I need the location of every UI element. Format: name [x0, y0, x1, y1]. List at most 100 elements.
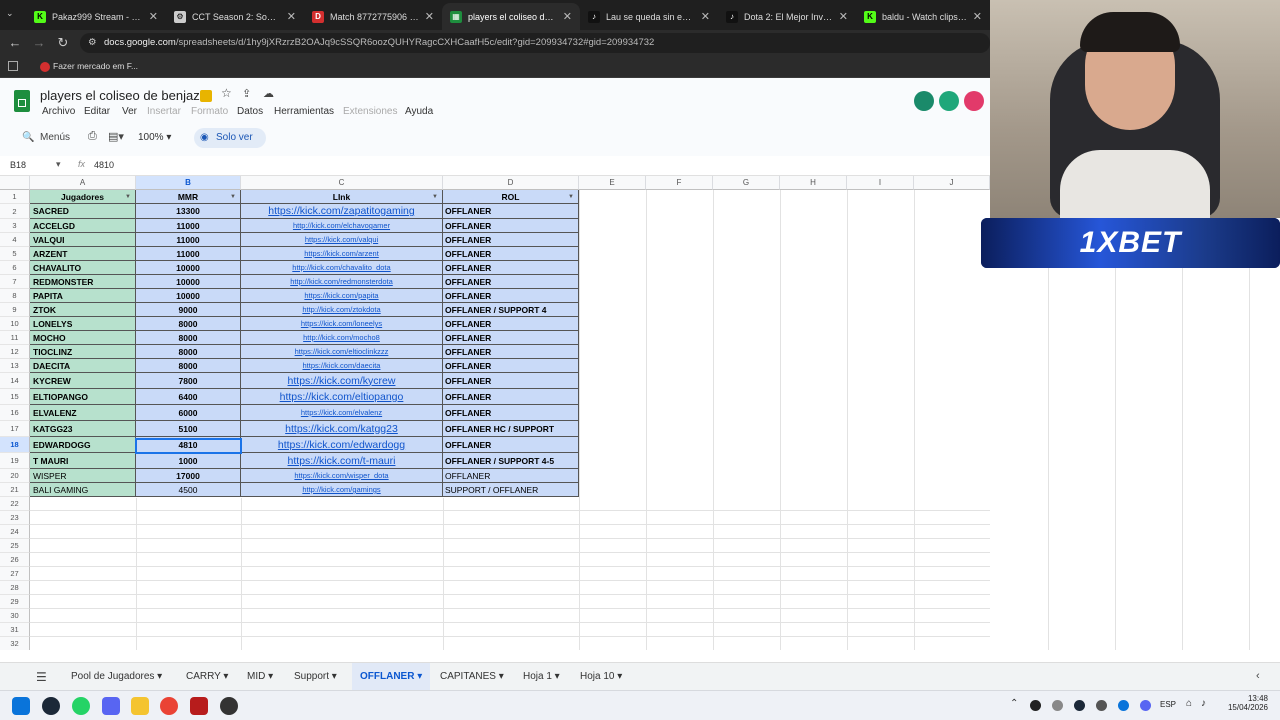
view-only-badge[interactable]: ◉ Solo ver [194, 128, 266, 148]
zoom-select[interactable]: 100% ▾ [138, 132, 171, 143]
role-cell[interactable]: OFFLANER [443, 345, 579, 359]
sheet-tab-mid[interactable]: MID ▾ [247, 663, 273, 691]
filter-icon[interactable]: ▼ [432, 194, 438, 200]
row-header[interactable]: 12 [0, 345, 30, 359]
browser-tab-7[interactable]: K baldu - Watch clips on Ki ✕ [856, 3, 990, 30]
close-tab-icon[interactable]: ✕ [287, 10, 296, 23]
row-header[interactable]: 24 [0, 525, 30, 539]
document-title[interactable]: players el coliseo de benjaz [40, 88, 200, 103]
tray-steam-icon[interactable] [1074, 700, 1085, 711]
role-cell[interactable]: OFFLANER [443, 247, 579, 261]
mmr-cell[interactable]: 5100 [136, 421, 241, 437]
menu-insertar[interactable]: Insertar [147, 106, 181, 117]
player-name-cell[interactable]: REDMONSTER [30, 275, 136, 289]
player-name-cell[interactable]: ELTIOPANGO [30, 389, 136, 405]
role-cell[interactable]: OFFLANER [443, 275, 579, 289]
name-box[interactable]: B18 [10, 160, 26, 170]
shortcut-icon[interactable] [200, 90, 212, 102]
filter-icon[interactable]: ▼ [230, 194, 236, 200]
tray-app-icon[interactable] [1096, 700, 1107, 711]
mmr-cell[interactable]: 8000 [136, 359, 241, 373]
player-name-cell[interactable]: BALI GAMING [30, 483, 136, 497]
menu-datos[interactable]: Datos [237, 106, 263, 117]
mmr-cell[interactable]: 10000 [136, 275, 241, 289]
mmr-cell[interactable]: 6400 [136, 389, 241, 405]
role-cell[interactable]: OFFLANER [443, 261, 579, 275]
mmr-cell[interactable]: 7800 [136, 373, 241, 389]
sheet-tab-hoja1[interactable]: Hoja 1 ▾ [523, 663, 560, 691]
role-cell[interactable]: OFFLANER / SUPPORT 4-5 [443, 453, 579, 469]
header-cell-rol[interactable]: ROL ▼ [443, 190, 579, 204]
mmr-cell[interactable]: 17000 [136, 469, 241, 483]
sheets-logo-icon[interactable] [14, 90, 30, 112]
role-cell[interactable]: OFFLANER [443, 233, 579, 247]
row-header[interactable]: 18 [0, 437, 30, 453]
discord-icon[interactable] [102, 697, 120, 715]
row-header[interactable]: 25 [0, 539, 30, 553]
avatar-3[interactable] [964, 91, 984, 111]
player-name-cell[interactable]: EDWARDOGG [30, 437, 136, 453]
tab-search-icon[interactable]: ⌄ [6, 8, 20, 22]
steam-icon[interactable] [42, 697, 60, 715]
role-cell[interactable]: OFFLANER [443, 359, 579, 373]
close-tab-icon[interactable]: ✕ [839, 10, 848, 23]
menu-editar[interactable]: Editar [84, 106, 110, 117]
link-cell[interactable]: http://kick.com/mocho8 [241, 331, 443, 345]
browser-tab-1[interactable]: K Pakaz999 Stream - Watch ✕ [26, 3, 166, 30]
player-name-cell[interactable]: TIOCLINZ [30, 345, 136, 359]
link-cell[interactable]: https://kick.com/zapatitogaming [241, 204, 443, 219]
avatar-1[interactable] [914, 91, 934, 111]
mmr-cell[interactable]: 11000 [136, 233, 241, 247]
link-cell[interactable]: https://kick.com/loneelys [241, 317, 443, 331]
link-cell[interactable]: https://kick.com/valqui [241, 233, 443, 247]
player-name-cell[interactable]: MOCHO [30, 331, 136, 345]
browser-tab-2[interactable]: ⚙ CCT Season 2: South Ame ✕ [166, 3, 304, 30]
row-header[interactable]: 19 [0, 453, 30, 469]
filter-icon[interactable]: ▼ [125, 194, 131, 200]
sheet-tab-hoja10[interactable]: Hoja 10 ▾ [580, 663, 622, 691]
link-cell[interactable]: https://kick.com/eltioclinkzzz [241, 345, 443, 359]
formula-input[interactable]: 4810 [94, 160, 114, 170]
tray-app-icon[interactable] [1030, 700, 1041, 711]
player-name-cell[interactable]: ZTOK [30, 303, 136, 317]
row-header[interactable]: 27 [0, 567, 30, 581]
role-cell[interactable]: OFFLANER [443, 204, 579, 219]
obs-icon[interactable] [220, 697, 238, 715]
mmr-cell[interactable]: 10000 [136, 261, 241, 275]
sheet-tab-support[interactable]: Support ▾ [294, 663, 337, 691]
sheet-tab-pool[interactable]: Pool de Jugadores ▾ [71, 663, 162, 691]
avatar-2[interactable] [939, 91, 959, 111]
row-header[interactable]: 3 [0, 219, 30, 233]
row-header[interactable]: 5 [0, 247, 30, 261]
browser-tab-3[interactable]: D Match 8772775906 - Ove ✕ [304, 3, 442, 30]
close-tab-icon[interactable]: ✕ [563, 10, 572, 23]
role-cell[interactable]: OFFLANER [443, 405, 579, 421]
row-header[interactable]: 7 [0, 275, 30, 289]
browser-tab-4[interactable]: ▦ players el coliseo de benj ✕ [442, 3, 580, 30]
mmr-cell[interactable]: 9000 [136, 303, 241, 317]
mmr-cell[interactable]: 11000 [136, 219, 241, 233]
row-header[interactable]: 15 [0, 389, 30, 405]
bookmark-item[interactable]: Fazer mercado em F... [53, 61, 138, 71]
link-cell[interactable]: https://kick.com/eltiopango [241, 389, 443, 405]
player-name-cell[interactable]: WISPER [30, 469, 136, 483]
header-cell-jugadores[interactable]: Jugadores ▼ [30, 190, 136, 204]
select-all-corner[interactable] [0, 176, 30, 190]
row-header[interactable]: 29 [0, 595, 30, 609]
row-header[interactable]: 26 [0, 553, 30, 567]
close-tab-icon[interactable]: ✕ [149, 10, 158, 23]
mmr-cell[interactable]: 13300 [136, 204, 241, 219]
column-header-g[interactable]: G [713, 176, 780, 190]
tray-app-icon[interactable] [1052, 700, 1063, 711]
role-cell[interactable]: OFFLANER [443, 331, 579, 345]
all-sheets-icon[interactable]: ☰ [36, 670, 47, 684]
link-cell[interactable]: http://kick.com/chavalito_dota [241, 261, 443, 275]
link-cell[interactable]: https://kick.com/daecita [241, 359, 443, 373]
column-header-a[interactable]: A [30, 176, 136, 190]
browser-tab-5[interactable]: ♪ Lau se queda sin equipo! ✕ [580, 3, 718, 30]
menu-search[interactable]: 🔍 Menús [14, 128, 76, 148]
player-name-cell[interactable]: T MAURI [30, 453, 136, 469]
apps-icon[interactable] [8, 61, 18, 71]
browser-tab-6[interactable]: ♪ Dota 2: El Mejor Invoker d ✕ [718, 3, 856, 30]
row-header[interactable]: 32 [0, 637, 30, 650]
